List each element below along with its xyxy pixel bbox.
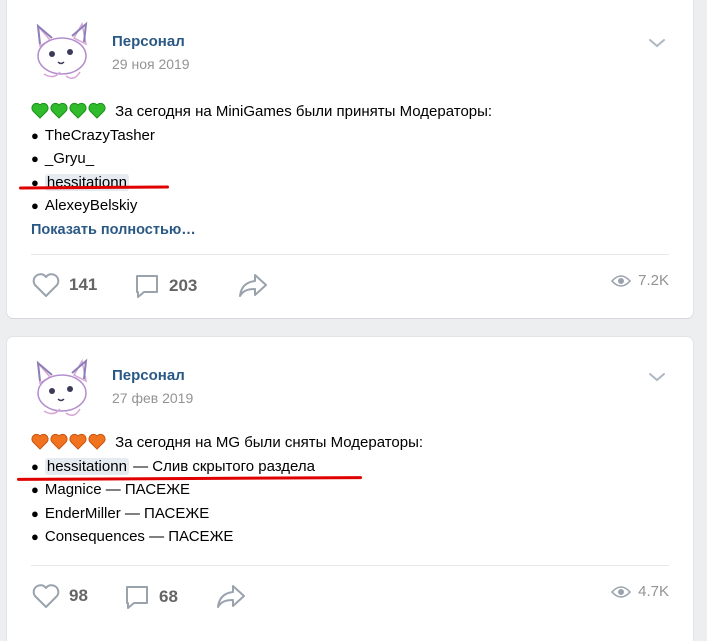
eye-icon: [611, 274, 632, 287]
list-item: ● Magnice — ПАСЕЖЕ: [31, 478, 671, 502]
moderator-name: _Gryu_: [44, 150, 95, 167]
moderator-name: Magnice: [44, 481, 102, 498]
moderator-name: Consequences: [44, 528, 145, 545]
speech-bubble-icon: [126, 586, 148, 609]
like-count: 141: [69, 275, 98, 294]
bullet-icon: ●: [31, 529, 39, 544]
heart-outline-icon: [32, 273, 60, 297]
post-text: За сегодня на MG были сняты Модераторы: …: [31, 431, 671, 549]
post-actions: 141 203 7.2K: [31, 272, 669, 302]
bullet-icon: ●: [31, 127, 39, 143]
avatar[interactable]: [30, 20, 94, 84]
bullet-icon: ●: [31, 505, 39, 521]
post-date[interactable]: 29 ноя 2019: [112, 56, 190, 72]
comment-button[interactable]: 68: [123, 583, 178, 611]
post-card: Персонал 29 ноя 2019 За сегодня на MiniG…: [7, 0, 693, 318]
divider: [31, 254, 669, 255]
bullet-icon: ●: [31, 151, 39, 166]
removal-reason: — ПАСЕЖЕ: [101, 481, 191, 498]
chevron-down-icon[interactable]: [647, 36, 667, 50]
share-arrow-icon: [239, 274, 267, 297]
post-text: За сегодня на MiniGames были приняты Мод…: [31, 100, 671, 241]
divider: [31, 565, 669, 566]
show-more-link[interactable]: Показать полностью…: [31, 222, 196, 238]
moderator-name: EnderMiller: [44, 504, 121, 522]
post-author[interactable]: Персонал: [112, 367, 185, 384]
post-card: Персонал 27 фев 2019 За сегодня на MG бы…: [7, 337, 693, 641]
list-item: ● Consequences — ПАСЕЖЕ: [31, 525, 671, 549]
bullet-icon: ●: [31, 198, 39, 213]
chevron-down-icon[interactable]: [647, 370, 667, 384]
bullet-icon: ●: [31, 482, 39, 497]
heart-outline-icon: [32, 584, 60, 608]
removal-reason: — ПАСЕЖЕ: [144, 528, 234, 545]
removal-reason: — Слив скрытого раздела: [128, 457, 315, 475]
views-count: 4.7K: [638, 583, 669, 600]
post-headline-line: За сегодня на MiniGames были приняты Мод…: [31, 100, 671, 124]
comment-button[interactable]: 203: [133, 272, 197, 300]
list-item: ● TheCrazyTasher: [31, 124, 671, 148]
post-headline: За сегодня на MG были сняты Модераторы:: [115, 434, 424, 451]
moderator-name-highlighted: hessitationn: [44, 457, 129, 475]
post-actions: 98 68 4.7K: [31, 583, 669, 613]
comment-count: 203: [169, 276, 198, 295]
removal-reason: — ПАСЕЖЕ: [120, 504, 210, 522]
list-item: ● hessitationn — Слив скрытого раздела: [31, 455, 671, 479]
like-count: 98: [69, 586, 88, 605]
list-item: ● _Gryu_: [31, 147, 671, 171]
views-count: 7.2K: [638, 272, 669, 289]
list-item: ● hessitationn: [31, 171, 671, 195]
avatar[interactable]: [30, 357, 94, 421]
list-item: ● EnderMiller — ПАСЕЖЕ: [31, 502, 671, 526]
list-item: ● AlexeyBelskiy: [31, 194, 671, 218]
like-button[interactable]: 98: [31, 583, 88, 609]
comment-count: 68: [159, 587, 178, 606]
share-button[interactable]: [237, 272, 269, 298]
bullet-icon: ●: [31, 458, 39, 474]
speech-bubble-icon: [136, 275, 158, 298]
moderator-name: AlexeyBelskiy: [44, 197, 138, 214]
views-counter: 4.7K: [611, 583, 669, 600]
post-headline: За сегодня на MiniGames были приняты Мод…: [115, 103, 493, 120]
post-author[interactable]: Персонал: [112, 33, 185, 50]
like-button[interactable]: 141: [31, 272, 97, 298]
share-button[interactable]: [215, 583, 247, 609]
eye-icon: [611, 585, 632, 598]
views-counter: 7.2K: [611, 272, 669, 289]
post-headline-line: За сегодня на MG были сняты Модераторы:: [31, 431, 671, 455]
post-date[interactable]: 27 фев 2019: [112, 390, 193, 406]
moderator-name: TheCrazyTasher: [44, 126, 155, 144]
share-arrow-icon: [217, 585, 245, 608]
